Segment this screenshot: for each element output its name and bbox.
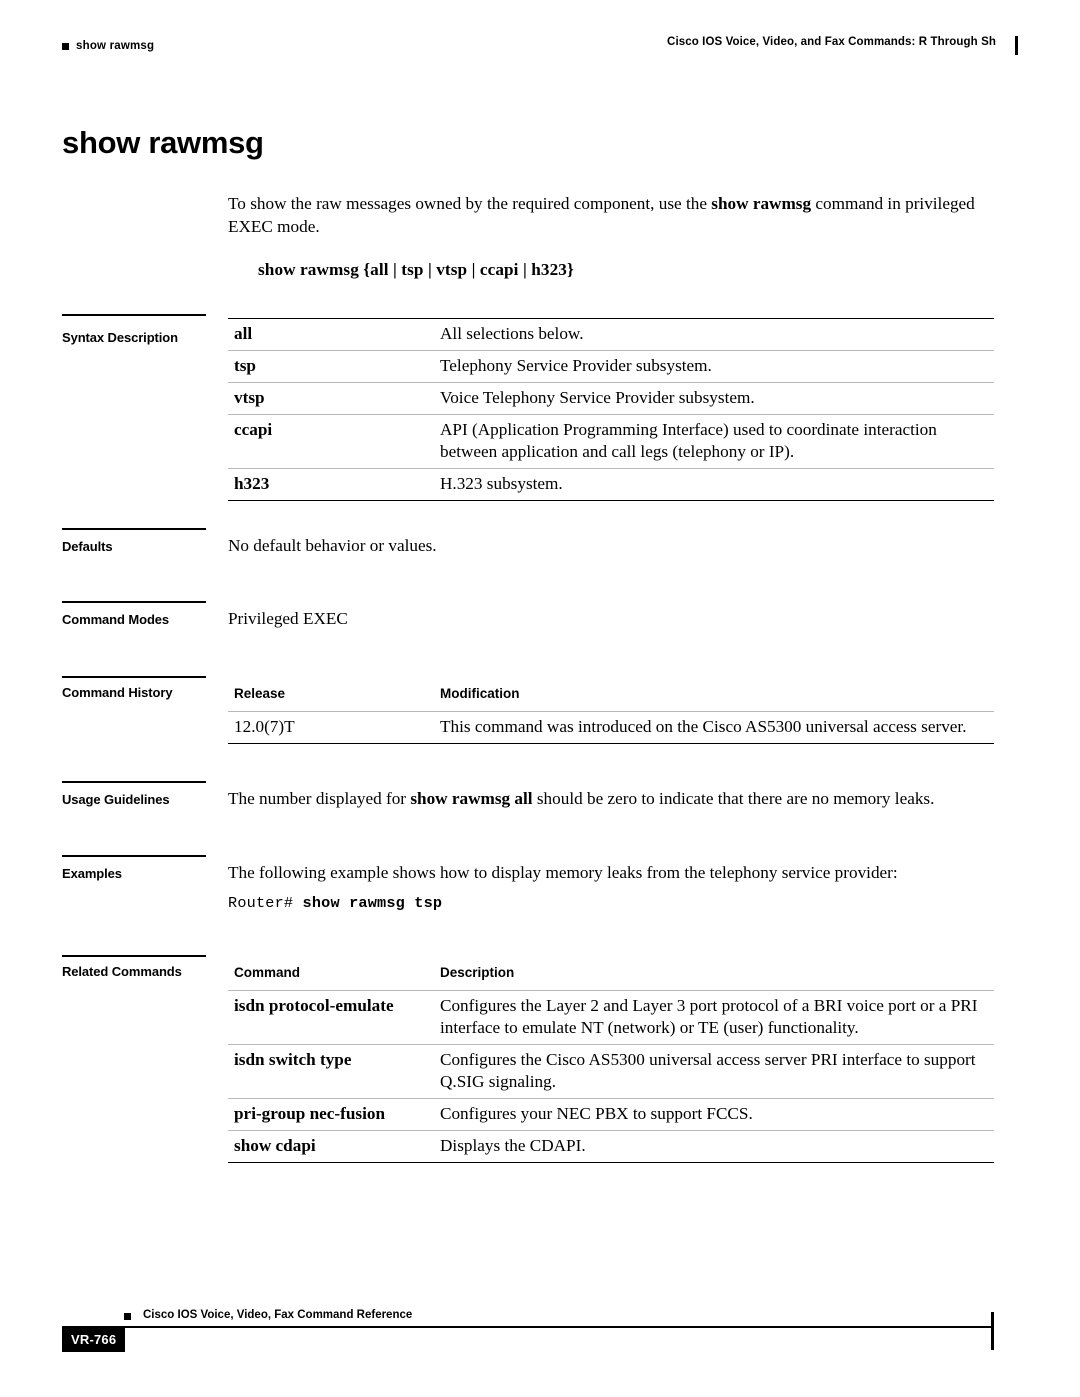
code-prompt: Router# — [228, 894, 303, 912]
release-value: 12.0(7)T — [228, 711, 434, 744]
syntax-desc: Telephony Service Provider subsystem. — [434, 350, 994, 383]
syntax-term: all — [228, 318, 434, 351]
table-row: h323 H.323 subsystem. — [228, 468, 994, 501]
intro-paragraph: To show the raw messages owned by the re… — [228, 192, 994, 238]
related-command-desc: Configures the Cisco AS5300 universal ac… — [434, 1044, 994, 1099]
table-row: vtsp Voice Telephony Service Provider su… — [228, 382, 994, 415]
page-title: show rawmsg — [62, 125, 264, 160]
related-command-name: pri-group nec-fusion — [228, 1098, 434, 1131]
command-modes-text: Privileged EXEC — [228, 609, 348, 628]
syntax-term: h323 — [228, 468, 434, 501]
code-command: show rawmsg tsp — [302, 894, 443, 912]
table-row: ccapi API (Application Programming Inter… — [228, 414, 994, 469]
table-row: tsp Telephony Service Provider subsystem… — [228, 350, 994, 383]
footer-bullet-square-icon — [124, 1313, 131, 1320]
syntax-description-table: all All selections below. tsp Telephony … — [228, 318, 994, 501]
examples-text: The following example shows how to displ… — [228, 863, 898, 882]
syntax-desc: Voice Telephony Service Provider subsyst… — [434, 382, 994, 415]
column-header-release: Release — [228, 678, 434, 712]
table-row: 12.0(7)T This command was introduced on … — [228, 711, 994, 744]
page-number-badge: VR-766 — [62, 1328, 126, 1352]
running-head-left: show rawmsg — [62, 40, 154, 52]
usage-guidelines-rule — [62, 781, 206, 783]
related-command-desc: Displays the CDAPI. — [434, 1130, 994, 1163]
table-row: pri-group nec-fusion Configures your NEC… — [228, 1098, 994, 1131]
section-label-syntax-description: Syntax Description — [62, 330, 178, 345]
syntax-term: tsp — [228, 350, 434, 383]
running-head-right-text: Cisco IOS Voice, Video, and Fax Commands… — [667, 36, 996, 48]
footer-doc-title: Cisco IOS Voice, Video, Fax Command Refe… — [143, 1309, 413, 1321]
examples-rule — [62, 855, 206, 857]
related-command-name: isdn protocol-emulate — [228, 990, 434, 1045]
syntax-term: vtsp — [228, 382, 434, 415]
related-command-desc: Configures the Layer 2 and Layer 3 port … — [434, 990, 994, 1045]
command-syntax: show rawmsg {all | tsp | vtsp | ccapi | … — [258, 260, 574, 279]
modification-value: This command was introduced on the Cisco… — [434, 711, 994, 744]
related-command-desc: Configures your NEC PBX to support FCCS. — [434, 1098, 994, 1131]
document-page: show rawmsg Cisco IOS Voice, Video, and … — [0, 0, 1080, 1397]
usage-text-1: The number displayed for — [228, 789, 411, 808]
syntax-desc: H.323 subsystem. — [434, 468, 994, 501]
usage-text-2: should be zero to indicate that there ar… — [532, 789, 935, 808]
defaults-text: No default behavior or values. — [228, 536, 437, 555]
syntax-desc: API (Application Programming Interface) … — [434, 414, 994, 469]
running-head-left-text: show rawmsg — [76, 40, 155, 52]
command-modes-rule — [62, 601, 206, 603]
usage-bold-command: show rawmsg all — [410, 789, 533, 808]
command-history-rule — [62, 676, 206, 678]
intro-block: To show the raw messages owned by the re… — [228, 192, 994, 280]
table-header-row: Command Description — [228, 957, 994, 991]
related-command-name: show cdapi — [228, 1130, 434, 1163]
syntax-desc: All selections below. — [434, 318, 994, 351]
related-command-name: isdn switch type — [228, 1044, 434, 1099]
section-label-examples: Examples — [62, 866, 122, 881]
column-header-modification: Modification — [434, 678, 994, 712]
intro-bold-command: show rawmsg — [711, 194, 812, 213]
table-row: isdn protocol-emulate Configures the Lay… — [228, 990, 994, 1045]
section-label-command-modes: Command Modes — [62, 612, 170, 627]
footer-rule — [62, 1326, 994, 1328]
column-header-description: Description — [434, 957, 994, 991]
table-header-row: Release Modification — [228, 678, 994, 712]
section-label-command-history: Command History — [62, 685, 173, 700]
table-row: all All selections below. — [228, 318, 994, 351]
section-label-defaults: Defaults — [62, 539, 113, 554]
footer-edge-bar — [991, 1312, 994, 1350]
related-commands-rule — [62, 955, 206, 957]
example-code-line: Router# show rawmsg tsp — [228, 894, 442, 912]
table-row: show cdapi Displays the CDAPI. — [228, 1130, 994, 1163]
header-edge-bar — [1015, 36, 1018, 55]
syntax-description-rule — [62, 314, 206, 316]
page-header: show rawmsg Cisco IOS Voice, Video, and … — [62, 36, 1018, 62]
table-row: isdn switch type Configures the Cisco AS… — [228, 1044, 994, 1099]
syntax-term: ccapi — [228, 414, 434, 469]
section-label-usage-guidelines: Usage Guidelines — [62, 792, 170, 807]
usage-guidelines-text: The number displayed for show rawmsg all… — [228, 787, 994, 810]
bullet-square-icon — [62, 42, 69, 50]
defaults-rule — [62, 528, 206, 530]
related-commands-table: Command Description isdn protocol-emulat… — [228, 957, 994, 1163]
command-history-table: Release Modification 12.0(7)T This comma… — [228, 678, 994, 744]
column-header-command: Command — [228, 957, 434, 991]
intro-text-1: To show the raw messages owned by the re… — [228, 194, 712, 213]
section-label-related-commands: Related Commands — [62, 964, 182, 979]
